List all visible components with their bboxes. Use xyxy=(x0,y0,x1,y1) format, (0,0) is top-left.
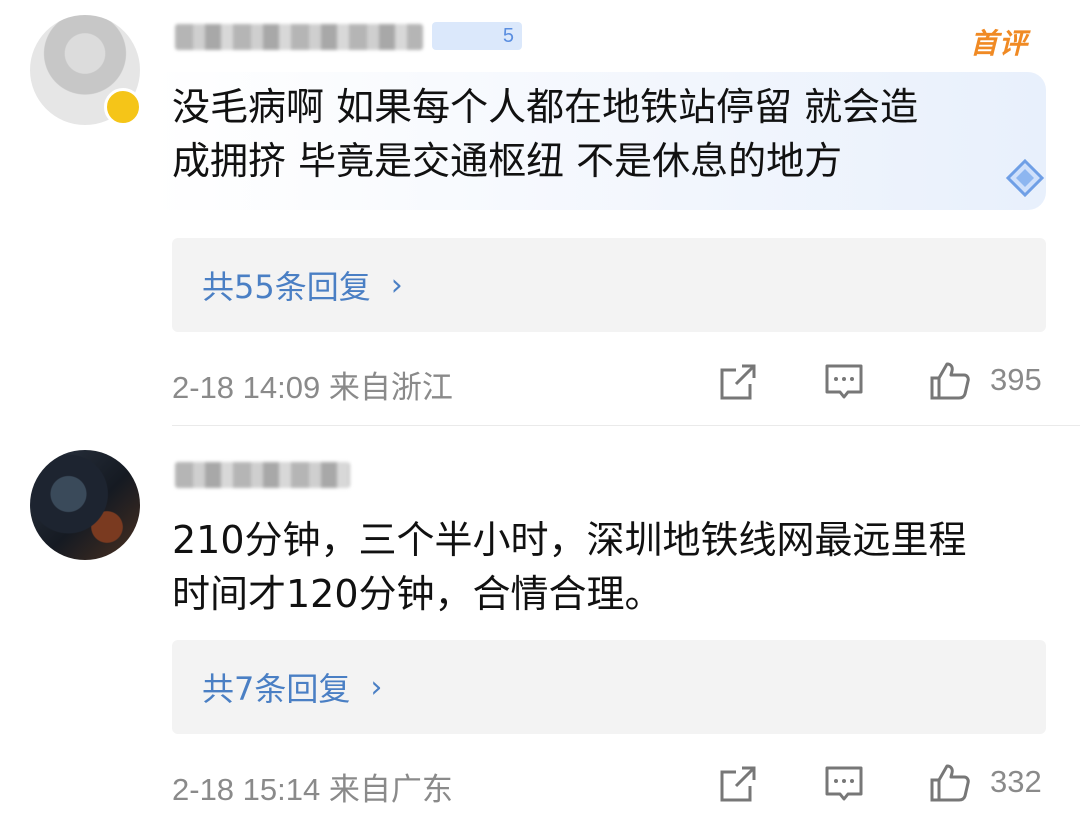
username[interactable] xyxy=(175,462,350,488)
comment-text-line: 没毛病啊 如果每个人都在地铁站停留 就会造 xyxy=(172,85,919,129)
vip-badge-icon xyxy=(104,88,142,126)
share-icon[interactable] xyxy=(716,762,760,806)
chevron-right-icon: › xyxy=(390,267,403,303)
view-replies-link[interactable]: 共55条回复 › xyxy=(202,262,403,308)
comment-text: 没毛病啊 如果每个人都在地铁站停留 就会造 成拥挤 毕竟是交通枢纽 不是休息的地… xyxy=(172,80,1052,188)
comment-text-line: 成拥挤 毕竟是交通枢纽 不是休息的地方 xyxy=(172,139,843,183)
comment-text-line: 时间才120分钟，合情合理。 xyxy=(172,572,663,616)
view-replies-label: 共55条回复 xyxy=(202,268,371,306)
first-comment-tag: 首评 xyxy=(970,27,1029,60)
diamond-icon xyxy=(1005,158,1045,198)
reply-box[interactable]: 共7条回复 › xyxy=(172,640,1046,734)
like-count: 332 xyxy=(990,764,1042,799)
comment-icon[interactable] xyxy=(822,762,866,806)
chevron-right-icon: › xyxy=(370,669,383,705)
username[interactable] xyxy=(175,24,423,50)
comment-text: 210分钟，三个半小时，深圳地铁线网最远里程 时间才120分钟，合情合理。 xyxy=(172,513,1052,621)
comment-meta: 2-18 15:14 来自广东 xyxy=(172,772,453,807)
like-icon[interactable] xyxy=(928,760,972,804)
comment-divider xyxy=(172,425,1080,426)
comment-icon[interactable] xyxy=(822,360,866,404)
like-count: 395 xyxy=(990,362,1042,397)
avatar[interactable] xyxy=(30,450,140,560)
comment-meta: 2-18 14:09 来自浙江 xyxy=(172,370,453,405)
level-badge: 5 xyxy=(432,22,522,50)
share-icon[interactable] xyxy=(716,360,760,404)
level-number: 5 xyxy=(502,25,514,47)
view-replies-label: 共7条回复 xyxy=(202,670,351,708)
view-replies-link[interactable]: 共7条回复 › xyxy=(202,664,382,710)
like-icon[interactable] xyxy=(928,358,972,402)
comment-text-line: 210分钟，三个半小时，深圳地铁线网最远里程 xyxy=(172,518,967,562)
reply-box[interactable]: 共55条回复 › xyxy=(172,238,1046,332)
